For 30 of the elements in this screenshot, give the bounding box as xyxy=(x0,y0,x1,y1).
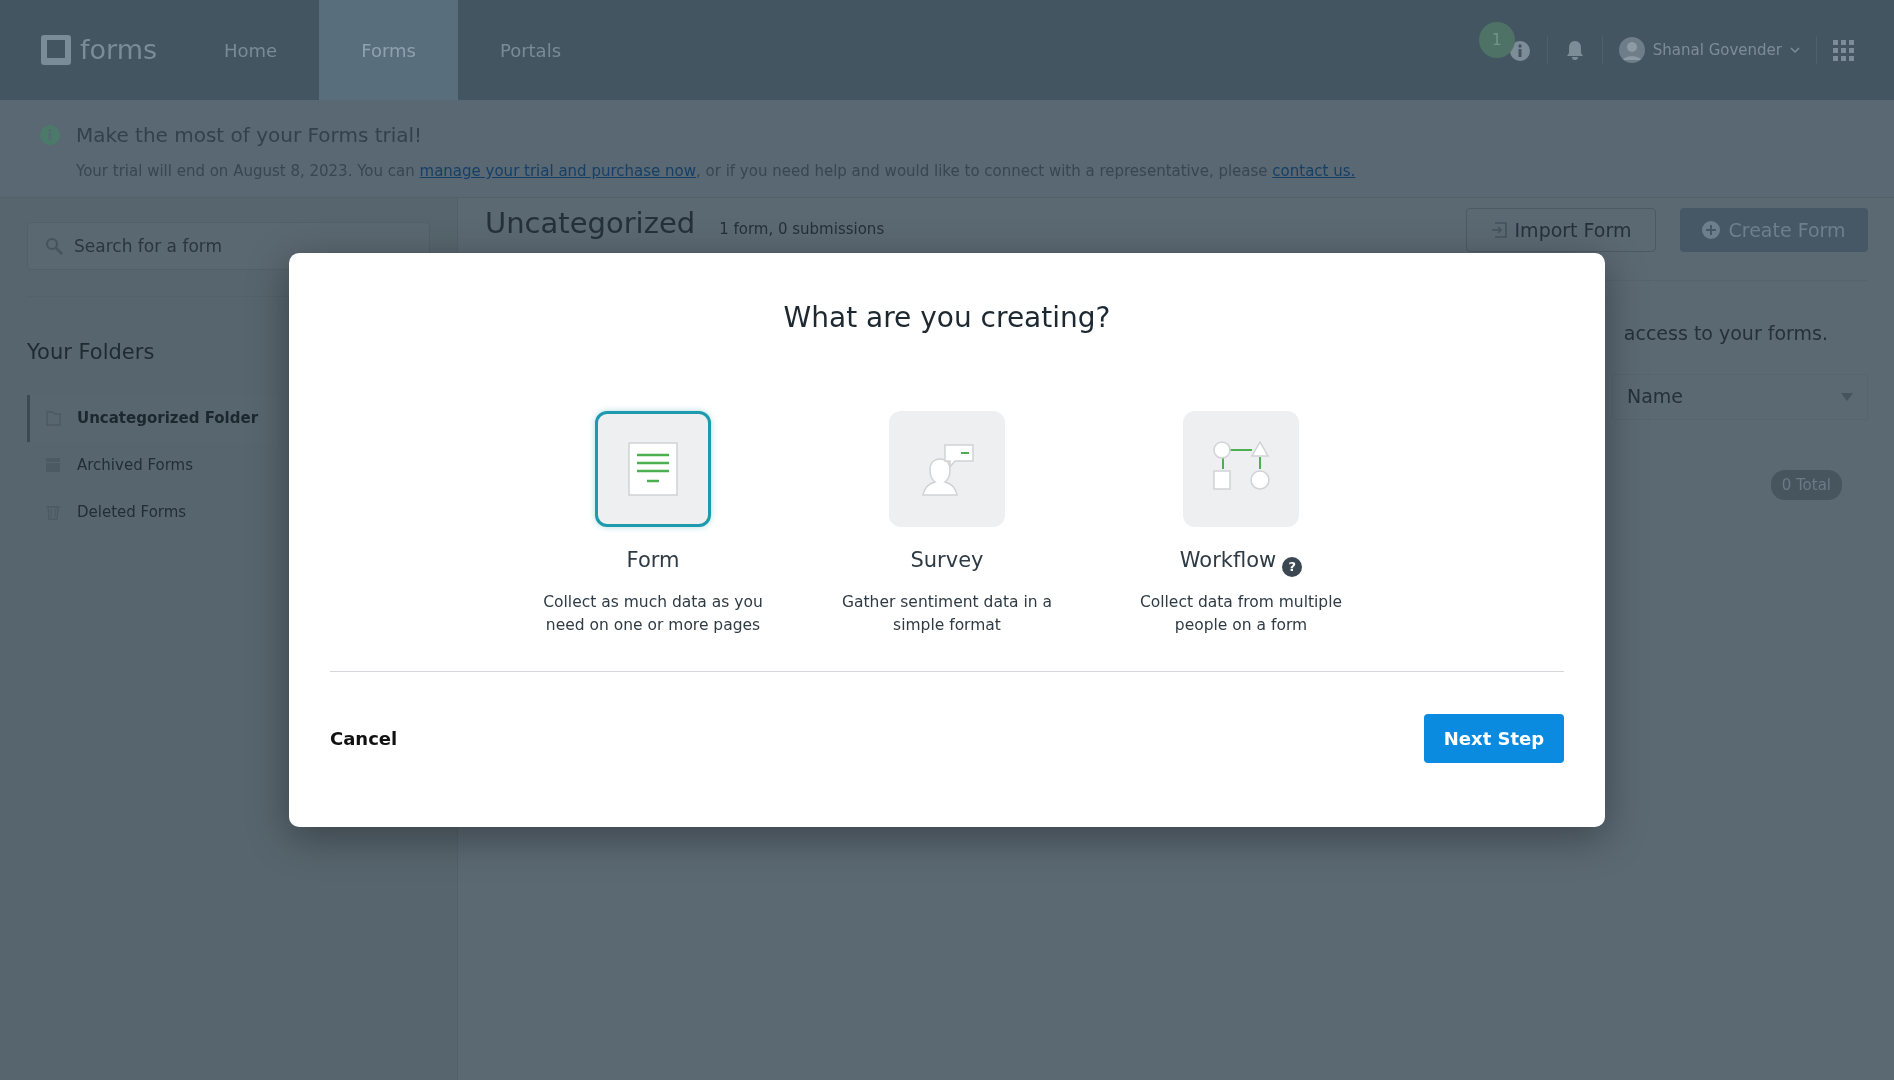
option-title: Workflow xyxy=(1179,548,1277,572)
option-tile[interactable] xyxy=(595,411,711,527)
logo-icon xyxy=(40,34,72,66)
option-title: Form xyxy=(626,548,680,572)
apps-grid-icon[interactable] xyxy=(1833,39,1854,61)
option-tile[interactable] xyxy=(889,411,1005,527)
folders-heading: Your Folders xyxy=(27,339,156,366)
page-title: Uncategorized xyxy=(485,208,696,240)
info-text: access to your forms. xyxy=(1623,321,1828,346)
import-icon xyxy=(1490,222,1507,238)
option-description: Collect as much data as you need on one or more pages xyxy=(543,591,763,636)
info-icon[interactable] xyxy=(1508,39,1531,62)
avatar-icon[interactable] xyxy=(1618,37,1645,63)
option-tile[interactable] xyxy=(1183,411,1299,527)
contact-link[interactable]: contact us. xyxy=(1272,162,1356,180)
plus-circle-icon xyxy=(1702,221,1721,239)
help-icon[interactable]: ? xyxy=(1282,556,1303,577)
sort-dropdown[interactable]: Name xyxy=(1612,373,1868,420)
dialog-title: What are you creating? xyxy=(782,300,1112,336)
import-button[interactable]: Import Form xyxy=(1466,208,1656,252)
user-name[interactable]: Shanal Govender xyxy=(1652,38,1782,62)
cancel-button[interactable]: Cancel xyxy=(330,725,398,753)
option-title: Survey xyxy=(910,548,984,572)
caret-icon[interactable] xyxy=(1790,46,1800,54)
folder-item[interactable]: Archived Forms xyxy=(27,441,430,489)
option-description: Collect data from multiple people on a form xyxy=(1138,591,1344,636)
page-subtitle: 1 form, 0 submissions xyxy=(719,219,885,240)
next-step-button[interactable]: Next Step xyxy=(1424,714,1564,764)
purchase-link[interactable]: manage your trial and purchase now xyxy=(419,162,696,180)
option-description: Gather sentiment data in a simple format xyxy=(841,591,1053,636)
